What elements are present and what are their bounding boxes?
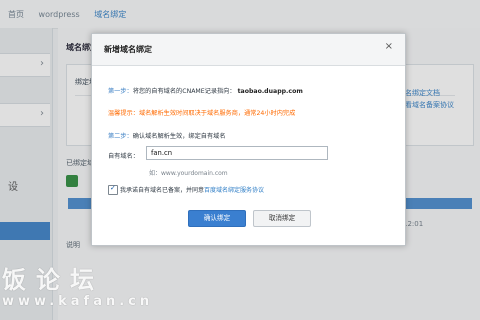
- warning-text: 域名解析生效时间取决于域名服务商，通常24小时内完成: [138, 110, 296, 117]
- checkmark-icon: ✓: [110, 184, 116, 192]
- domain-field-label: 自有域名：: [108, 153, 139, 160]
- agree-checkbox[interactable]: ✓: [108, 184, 118, 195]
- close-icon[interactable]: ×: [385, 41, 393, 52]
- agree-label: 我承诺自有域名已备案，并同意: [120, 187, 205, 194]
- warning-label: 温馨提示：: [108, 110, 139, 117]
- watermark-text: 饭论坛: [2, 266, 104, 294]
- cancel-button[interactable]: 取消绑定: [253, 210, 311, 227]
- confirm-button[interactable]: 确认绑定: [188, 210, 246, 227]
- domain-bind-dialog: 新增域名绑定 × 第一步：将您的自有域名的CNAME记录指向： taobao.d…: [91, 33, 406, 246]
- warning-row: 温馨提示：域名解析生效时间取决于域名服务商，通常24小时内完成: [108, 108, 295, 117]
- step-one-label: 第一步：: [108, 88, 133, 95]
- app-page: 首页 wordpress 域名绑定 › › 设 域名绑定 绑定域名提示 域名绑定…: [0, 0, 480, 320]
- agreement-text: 我承诺自有域名已备案，并同意百度域名绑定服务协议: [120, 185, 264, 194]
- step-two-label: 第二步：: [108, 133, 133, 140]
- step-two-text: 确认域名解析生效，绑定自有域名: [132, 133, 226, 140]
- watermark-url: www.kafan.cn: [2, 294, 154, 309]
- example-text: 如：www.yourdomain.com: [149, 170, 228, 177]
- watermark: 饭论坛 www.kafan.cn: [2, 260, 149, 309]
- cname-target: taobao.duapp.com: [237, 88, 303, 95]
- dialog-header: 新增域名绑定 ×: [92, 34, 405, 66]
- domain-input[interactable]: [146, 146, 328, 160]
- dialog-title: 新增域名绑定: [104, 45, 152, 54]
- step-one: 第一步：将您的自有域名的CNAME记录指向： taobao.duapp.com: [108, 86, 303, 95]
- step-two: 第二步：确认域名解析生效，绑定自有域名: [108, 131, 226, 140]
- step-one-text: 将您的自有域名的CNAME记录指向：: [132, 88, 236, 95]
- agreement-link[interactable]: 百度域名绑定服务协议: [204, 187, 264, 194]
